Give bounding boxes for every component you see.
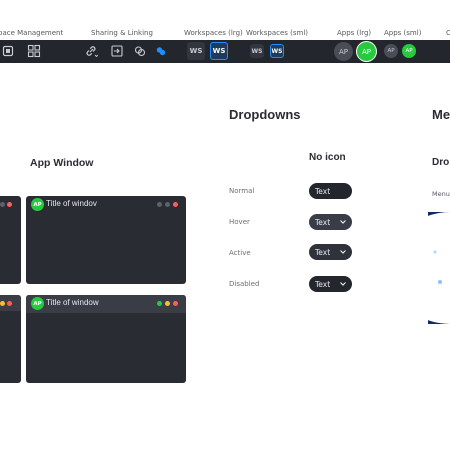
window-title: Title of windov (46, 199, 97, 208)
component-toolbar-strip: WS WS WS WS AP AP AP AP (0, 40, 450, 63)
window-minimize-icon[interactable] (165, 301, 170, 306)
window-close-icon[interactable] (7, 202, 12, 207)
menu-label: Menu (432, 190, 450, 198)
dropdown-value: Text (315, 279, 331, 289)
label-space-management: pace Management (0, 29, 64, 37)
window-titlebar[interactable]: AP Title of windov (26, 196, 186, 212)
label-workspaces-sml: Workspaces (sml) (246, 29, 309, 37)
dropdown-disabled: Text (309, 276, 352, 292)
share-in-icon[interactable] (110, 44, 124, 58)
menu-background-image (428, 212, 450, 324)
dropdown-state-label-hover: Hover (229, 218, 250, 226)
window-close-icon[interactable] (173, 202, 178, 207)
dropdown-state-label-normal: Normal (229, 187, 255, 195)
app-window-cutoff-bottom (0, 295, 21, 383)
app-avatar-lrg-active[interactable]: AP (357, 42, 376, 61)
workspace-button-sml[interactable]: WS (250, 44, 264, 58)
chevron-down-icon (340, 282, 346, 286)
window-minimize-icon[interactable] (0, 301, 5, 306)
subsection-title-dro-cut: Dro (432, 157, 450, 168)
workspace-button-sml-active[interactable]: WS (270, 44, 284, 58)
fullscreen-icon[interactable] (1, 44, 15, 58)
label-workspaces-lrg: Workspaces (lrg) (184, 29, 243, 37)
link-icon[interactable] (84, 44, 98, 58)
section-title-menus-cut: Me (432, 107, 450, 122)
chevron-down-icon (340, 250, 346, 254)
dropdown-state-label-disabled: Disabled (229, 280, 260, 288)
workspace-button-lrg-active[interactable]: WS (210, 42, 228, 60)
dropdown-active[interactable]: Text (309, 244, 352, 260)
link-circles-icon[interactable] (133, 44, 147, 58)
label-sharing-linking: Sharing & Linking (91, 29, 153, 37)
app-avatar-sml-active[interactable]: AP (402, 44, 416, 58)
window-dot-icon (0, 202, 5, 207)
section-title-dropdowns: Dropdowns (229, 107, 301, 122)
section-title-app-window: App Window (30, 157, 94, 169)
dropdown-state-label-active: Active (229, 249, 251, 257)
app-window-cutoff-top (0, 196, 21, 284)
dropdown-value: Text (315, 247, 331, 257)
dropdown-value: Text (315, 186, 331, 196)
window-titlebar[interactable]: AP Title of window (26, 295, 186, 313)
dropdown-hover[interactable]: Text (309, 214, 352, 230)
window-close-icon[interactable] (173, 301, 178, 306)
subsection-title-no-icon: No icon (309, 152, 346, 163)
app-avatar-sml[interactable]: AP (384, 44, 398, 58)
grid-icon[interactable] (27, 44, 41, 58)
window-titlebar[interactable] (0, 295, 21, 311)
dropdown-value: Text (315, 217, 331, 227)
window-app-avatar: AP (31, 297, 44, 310)
label-apps-lrg: Apps (lrg) (337, 29, 372, 37)
window-dot-icon (165, 202, 170, 207)
window-title: Title of window (46, 298, 99, 307)
chevron-down-icon (340, 220, 346, 224)
workspace-button-lrg[interactable]: WS (187, 42, 205, 60)
label-cut-off: C (446, 29, 450, 37)
window-titlebar[interactable] (0, 196, 21, 212)
window-dot-icon (157, 202, 162, 207)
link-circles-active-icon[interactable] (154, 44, 168, 58)
label-apps-sml: Apps (sml) (384, 29, 422, 37)
app-avatar-lrg[interactable]: AP (334, 42, 353, 61)
window-maximize-icon[interactable] (157, 301, 162, 306)
app-window-active: AP Title of window (26, 295, 186, 383)
window-close-icon[interactable] (7, 301, 12, 306)
app-window-inactive: AP Title of windov (26, 196, 186, 284)
window-app-avatar: AP (31, 198, 44, 211)
dropdown-normal[interactable]: Text (309, 183, 352, 199)
